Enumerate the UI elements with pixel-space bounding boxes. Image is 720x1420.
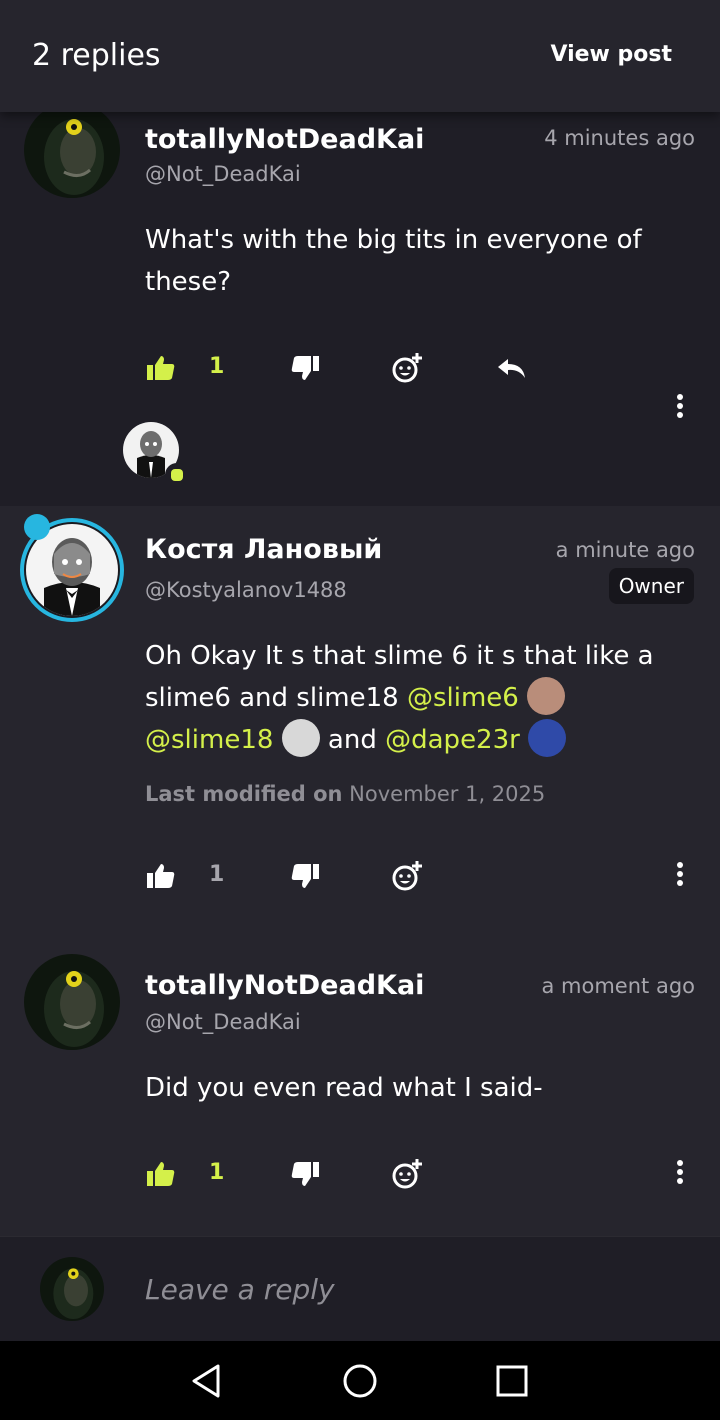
timestamp: 4 minutes ago (544, 126, 695, 150)
more-vertical-icon[interactable] (675, 862, 685, 892)
recents-icon[interactable] (496, 1365, 528, 1397)
mention-avatar (527, 676, 566, 715)
view-post-button[interactable]: View post (550, 42, 672, 67)
comment-text-part: and (319, 725, 386, 755)
frame-decoration-icon (24, 514, 50, 540)
mention-avatar (281, 718, 320, 757)
more-vertical-icon[interactable] (675, 1160, 685, 1190)
header-bar: 2 replies View post (0, 0, 720, 112)
author-name[interactable]: Костя Лановый (145, 534, 382, 565)
author-handle: @Not_DeadKai (145, 1010, 301, 1034)
back-icon[interactable] (190, 1363, 222, 1399)
page-title: 2 replies (32, 38, 161, 73)
mention-avatar (528, 718, 567, 757)
add-reaction-icon[interactable] (391, 1158, 423, 1190)
timestamp: a moment ago (541, 974, 696, 998)
modified-date: November 1, 2025 (349, 782, 546, 806)
thumbs-down-icon[interactable] (289, 860, 321, 892)
modified-label: Last modified on (145, 782, 343, 806)
timestamp: a minute ago (555, 538, 695, 562)
comment-text: What's with the big tits in everyone of … (145, 225, 642, 297)
avatar[interactable] (24, 954, 120, 1050)
add-reaction-icon[interactable] (391, 860, 423, 892)
comment-2: Костя Лановый @Kostyalanov1488 a minute … (0, 506, 720, 1236)
comment-actions: 1 (145, 352, 705, 392)
home-icon[interactable] (342, 1363, 378, 1399)
more-vertical-icon[interactable] (675, 394, 685, 424)
author-name[interactable]: totallyNotDeadKai (145, 124, 424, 155)
comment-actions: 1 (145, 1158, 705, 1198)
thumbs-up-icon[interactable] (145, 1158, 177, 1190)
mention-link[interactable]: @slime6 (407, 683, 519, 713)
author-name[interactable]: totallyNotDeadKai (145, 970, 424, 1001)
thumbs-down-icon[interactable] (289, 352, 321, 384)
comment-text: Oh Okay It s that slime 6 it s that like… (145, 635, 690, 761)
owner-badge: Owner (608, 568, 694, 604)
mention-link[interactable]: @slime18 (145, 725, 273, 755)
author-handle: @Kostyalanov1488 (145, 578, 347, 602)
thumbs-up-icon[interactable] (145, 352, 177, 384)
reply-input[interactable]: Leave a reply (145, 1273, 335, 1306)
comment-text: Did you even read what I said- (145, 1073, 543, 1103)
comment-actions: 1 (145, 860, 705, 900)
system-nav-bar (0, 1341, 720, 1420)
comment-text-part: Oh Okay It s that slime 6 it s that like… (145, 641, 654, 713)
thumbs-down-icon[interactable] (289, 1158, 321, 1190)
like-count: 1 (209, 1160, 225, 1185)
mention-link[interactable]: @dape23r (385, 725, 520, 755)
comment-1: totallyNotDeadKai @Not_DeadKai 4 minutes… (0, 102, 720, 506)
reply-icon[interactable] (495, 352, 527, 384)
add-reaction-icon[interactable] (391, 352, 423, 384)
last-modified: Last modified on November 1, 2025 (145, 782, 545, 806)
like-count: 1 (209, 862, 225, 887)
reply-bar: Leave a reply (0, 1236, 720, 1341)
my-avatar (40, 1257, 104, 1321)
reaction-badge (165, 463, 189, 487)
avatar[interactable] (24, 102, 120, 198)
thumbs-up-icon[interactable] (145, 860, 177, 892)
reaction-icon (171, 469, 183, 481)
author-handle: @Not_DeadKai (145, 162, 301, 186)
like-count: 1 (209, 354, 225, 379)
